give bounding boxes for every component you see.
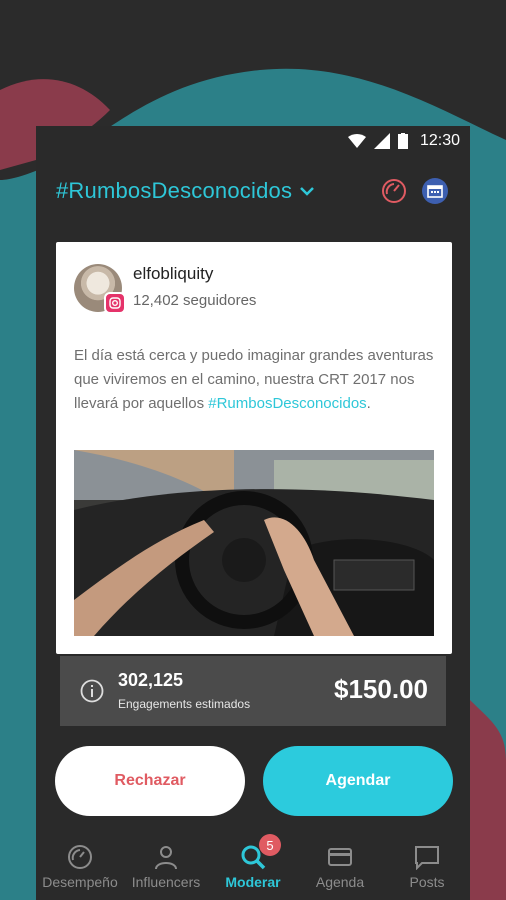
calendar-icon[interactable] (422, 178, 448, 204)
tab-influencers[interactable]: Influencers (124, 834, 208, 900)
chevron-down-icon[interactable] (300, 186, 315, 196)
avatar (74, 264, 126, 314)
bottom-tab-bar: Desempeño Influencers 5 Moderar Agenda P… (0, 834, 506, 900)
tab-moderar[interactable]: 5 Moderar (211, 834, 295, 900)
notification-badge: 5 (259, 834, 281, 856)
campaign-title[interactable]: #RumbosDesconocidos (56, 178, 292, 204)
tab-posts[interactable]: Posts (385, 834, 469, 900)
instagram-icon (104, 292, 126, 314)
engagement-panel: 302,125 Engagements estimados $150.00 (60, 656, 446, 726)
post-username[interactable]: elfobliquity (133, 264, 213, 284)
person-icon (155, 846, 177, 870)
gauge-icon[interactable] (381, 178, 407, 204)
status-bar: 12:30 (36, 126, 470, 156)
tab-agenda[interactable]: Agenda (298, 834, 382, 900)
gauge-icon (68, 845, 92, 869)
reject-button[interactable]: Rechazar (55, 746, 245, 816)
schedule-button[interactable]: Agendar (263, 746, 453, 816)
post-card: elfobliquity 12,402 seguidores El día es… (56, 242, 452, 654)
caption-hashtag[interactable]: #RumbosDesconocidos (208, 395, 366, 412)
follower-count: 12,402 seguidores (133, 292, 257, 309)
tab-desempeno[interactable]: Desempeño (38, 834, 122, 900)
tab-label: Posts (409, 874, 445, 890)
battery-icon (397, 133, 408, 149)
clock: 12:30 (419, 132, 460, 149)
info-icon[interactable] (80, 679, 104, 703)
engagement-value: 302,125 (118, 670, 184, 690)
card-icon (328, 848, 352, 866)
wifi-icon (347, 134, 366, 148)
post-photo (74, 450, 434, 636)
post-caption: El día está cerca y puedo imaginar grand… (74, 344, 434, 416)
engagement-label: Engagements estimados (118, 697, 251, 711)
signal-icon (373, 133, 390, 149)
caption-end: . (366, 395, 371, 412)
price: $150.00 (334, 674, 428, 704)
chat-icon (415, 846, 439, 870)
app-header: #RumbosDesconocidos (36, 166, 470, 216)
phone-screen: 12:30 #RumbosDesconocidos elfobliquity 1… (36, 126, 470, 900)
